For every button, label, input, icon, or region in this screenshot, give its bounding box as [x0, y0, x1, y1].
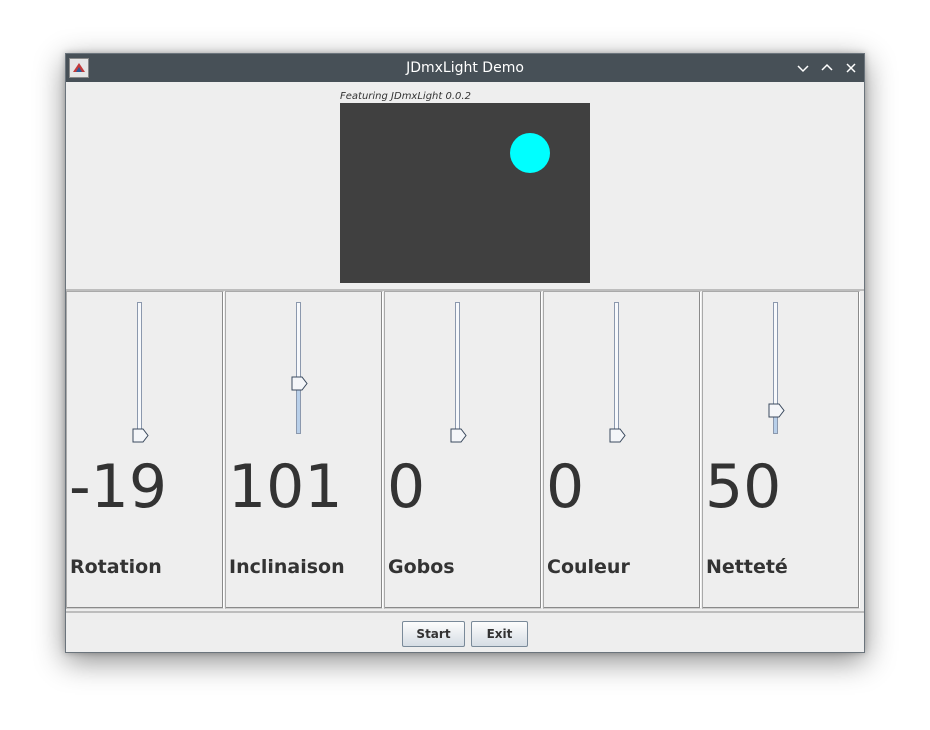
app-window: JDmxLight Demo Featuring JDmxLight 0.0.2…: [65, 53, 865, 653]
rotation-value: -19: [69, 452, 167, 522]
couleur-label: Couleur: [547, 556, 630, 578]
slider-panel-nettete: 50 Netteté: [702, 291, 860, 609]
slider-panels: -19 Rotation 101 Inclinaison 0 Gobos 0 C…: [66, 291, 864, 611]
couleur-slider-thumb[interactable]: [609, 428, 626, 443]
featuring-caption: Featuring JDmxLight 0.0.2: [340, 91, 471, 102]
preview-panel: Featuring JDmxLight 0.0.2: [66, 82, 864, 291]
slider-panel-rotation: -19 Rotation: [66, 291, 224, 609]
exit-button[interactable]: Exit: [471, 621, 528, 647]
inclinaison-slider-track[interactable]: [296, 302, 301, 434]
light-beam-spot: [510, 133, 550, 173]
couleur-value: 0: [546, 452, 585, 522]
nettete-label: Netteté: [706, 556, 788, 578]
inclinaison-label: Inclinaison: [229, 556, 345, 578]
rotation-slider-track[interactable]: [137, 302, 142, 434]
title-bar[interactable]: JDmxLight Demo: [66, 54, 864, 82]
gobos-slider-track[interactable]: [455, 302, 460, 434]
button-bar: Start Exit: [66, 611, 864, 654]
inclinaison-slider-thumb[interactable]: [291, 376, 308, 391]
gobos-value: 0: [387, 452, 426, 522]
nettete-slider-thumb[interactable]: [768, 403, 785, 418]
chevron-up-icon[interactable]: [819, 60, 835, 76]
slider-panel-gobos: 0 Gobos: [384, 291, 542, 609]
start-button[interactable]: Start: [402, 621, 465, 647]
nettete-value: 50: [705, 452, 782, 522]
gobos-label: Gobos: [388, 556, 455, 578]
light-preview-stage: [340, 103, 590, 283]
rotation-slider-thumb[interactable]: [132, 428, 149, 443]
chevron-down-icon[interactable]: [795, 60, 811, 76]
rotation-label: Rotation: [70, 556, 162, 578]
window-title: JDmxLight Demo: [406, 60, 524, 76]
slider-panel-couleur: 0 Couleur: [543, 291, 701, 609]
gobos-slider-thumb[interactable]: [450, 428, 467, 443]
inclinaison-value: 101: [228, 452, 343, 522]
close-icon[interactable]: [843, 60, 859, 76]
slider-panel-inclinaison: 101 Inclinaison: [225, 291, 383, 609]
couleur-slider-track[interactable]: [614, 302, 619, 434]
